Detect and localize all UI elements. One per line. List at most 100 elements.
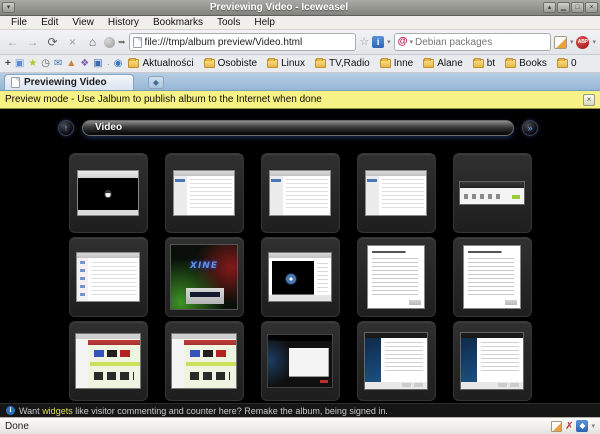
tab-previewing-video[interactable]: Previewing Video <box>4 74 134 90</box>
stop-button[interactable]: × <box>64 34 81 51</box>
album-up-button[interactable]: ↑ <box>58 120 74 136</box>
media-app-screenshot <box>75 333 141 389</box>
prefs-dialog-screenshot <box>365 170 427 216</box>
page-favicon-icon <box>133 37 142 48</box>
gem-bookmarklet-icon[interactable]: ❖ <box>80 58 89 70</box>
thumbnail-7[interactable]: XINE <box>165 237 244 317</box>
bookmark-folder-label: TV,Radio <box>329 58 370 69</box>
new-tab-button[interactable]: ◆ <box>148 76 164 89</box>
thumbnail-12[interactable] <box>165 321 244 401</box>
thumbnail-8[interactable] <box>261 237 340 317</box>
identity-extension-icon[interactable]: i <box>372 36 384 48</box>
extension-icon-1[interactable] <box>104 37 115 48</box>
url-dropdown-button[interactable]: ▾ <box>387 38 391 46</box>
bookmark-folder-inne[interactable]: Inne <box>378 58 415 69</box>
back-button[interactable]: ← <box>4 34 21 51</box>
media-app-screenshot <box>171 333 237 389</box>
bookmarks-list: Aktualności Osobiste Linux TV,Radio Inne Alan… <box>126 58 578 69</box>
search-input[interactable] <box>415 37 547 48</box>
tab-favicon-icon <box>11 77 20 88</box>
shade-button[interactable]: ▴ <box>543 2 556 13</box>
add-bookmark-button[interactable]: + <box>5 58 11 70</box>
footer-text-suffix: like visitor commenting and counter here… <box>73 406 388 416</box>
bookmark-folder-books[interactable]: Books <box>503 58 549 69</box>
minimize-button[interactable]: ▁ <box>557 2 570 13</box>
thumbnail-13[interactable] <box>261 321 340 401</box>
extension-icon-2[interactable]: ➥ <box>118 37 126 48</box>
window-menu-button[interactable]: ▾ <box>2 2 15 13</box>
menu-item-file[interactable]: File <box>4 17 34 28</box>
thumbnail-6[interactable] <box>69 237 148 317</box>
bookmark-folder-label: bt <box>487 58 495 69</box>
home-button[interactable]: ⌂ <box>84 34 101 51</box>
menu-item-view[interactable]: View <box>65 17 101 28</box>
debian-search-engine-icon[interactable]: @ <box>398 37 408 47</box>
history-clock-icon[interactable]: ◷ <box>41 58 50 70</box>
menu-item-help[interactable]: Help <box>247 17 282 28</box>
footer-text-prefix: Want <box>19 406 42 416</box>
save-bookmarklet-icon[interactable]: ▣ <box>93 58 102 70</box>
album-page: ↑ Video » XINE i Want widgets like visit… <box>0 109 600 417</box>
adblock-dropdown[interactable]: ▾ <box>592 38 596 46</box>
thumbnail-5[interactable] <box>453 153 532 233</box>
folder-icon <box>380 59 391 68</box>
bookmark-folder-osobiste[interactable]: Osobiste <box>202 58 259 69</box>
status-dropdown-button[interactable]: ▾ <box>591 422 595 430</box>
forward-button[interactable]: → <box>24 34 41 51</box>
scrapbook-status-icon[interactable] <box>551 421 562 432</box>
thumbnail-9[interactable] <box>357 237 436 317</box>
search-box[interactable]: @ ▾ <box>394 33 551 51</box>
maximize-button[interactable]: □ <box>571 2 584 13</box>
menu-item-edit[interactable]: Edit <box>34 17 65 28</box>
url-input[interactable] <box>145 37 353 48</box>
menu-item-history[interactable]: History <box>101 17 146 28</box>
installer-dark-screenshot <box>267 334 333 388</box>
thumbnail-11[interactable] <box>69 321 148 401</box>
bookmark-folder-linux[interactable]: Linux <box>265 58 307 69</box>
menu-item-bookmarks[interactable]: Bookmarks <box>146 17 210 28</box>
notification-close-button[interactable]: × <box>583 94 595 106</box>
bookmark-folder-0[interactable]: 0 <box>555 58 579 69</box>
menu-item-tools[interactable]: Tools <box>210 17 247 28</box>
window-title: Previewing Video - Iceweasel <box>17 2 541 13</box>
adblock-status-icon[interactable]: ✗ <box>565 421 573 432</box>
adblock-plus-button[interactable]: ABP <box>576 36 589 49</box>
prefs-dialog-screenshot <box>173 170 235 216</box>
thumbnail-10[interactable] <box>453 237 532 317</box>
album-header: ↑ Video » <box>0 109 600 139</box>
album-title-bar: Video <box>82 120 514 136</box>
search-engine-dropdown[interactable]: ▾ <box>409 38 413 46</box>
bookmark-folder-label: Osobiste <box>218 58 257 69</box>
close-button[interactable]: × <box>585 2 598 13</box>
image-bookmarklet-icon[interactable]: ▣ <box>15 58 24 70</box>
thumbnail-15[interactable] <box>453 321 532 401</box>
star-bookmarklet-icon[interactable]: ★ <box>28 58 37 70</box>
notification-text: Preview mode - Use Jalbum to publish alb… <box>5 94 578 105</box>
reload-button[interactable]: ⟳ <box>44 34 61 51</box>
widgets-link[interactable]: widgets <box>42 406 73 416</box>
footer-text: Want widgets like visitor commenting and… <box>19 406 388 416</box>
bookmark-star-icon[interactable]: ☆ <box>359 37 369 48</box>
folder-icon <box>505 59 516 68</box>
bookmarks-separator: · <box>107 59 110 69</box>
thumbnail-14[interactable] <box>357 321 436 401</box>
thumbnail-3[interactable] <box>261 153 340 233</box>
extension-status-icon[interactable]: ◆ <box>576 420 588 432</box>
folder-icon <box>473 59 484 68</box>
thumbnail-4[interactable] <box>357 153 436 233</box>
thumbnail-2[interactable] <box>165 153 244 233</box>
bookmark-folder-aktualności[interactable]: Aktualności <box>126 58 195 69</box>
url-bar[interactable] <box>129 33 357 51</box>
bookmark-folder-bt[interactable]: bt <box>471 58 497 69</box>
scrapbook-dropdown[interactable]: ▾ <box>570 38 574 46</box>
bookmark-folder-alane[interactable]: Alane <box>421 58 465 69</box>
scrapbook-button[interactable] <box>554 36 567 49</box>
thumbnail-1[interactable] <box>69 153 148 233</box>
slideshow-button[interactable]: » <box>522 120 538 136</box>
window-controls: ▴ ▁ □ × <box>543 2 598 13</box>
globe-bookmarklet-icon[interactable]: ◉ <box>114 58 123 70</box>
bookmark-folder-tv,radio[interactable]: TV,Radio <box>313 58 372 69</box>
settings-dialog-screenshot <box>76 252 140 302</box>
download-bookmarklet-icon[interactable]: ▲ <box>66 58 76 70</box>
mail-bookmarklet-icon[interactable]: ✉ <box>54 58 62 70</box>
